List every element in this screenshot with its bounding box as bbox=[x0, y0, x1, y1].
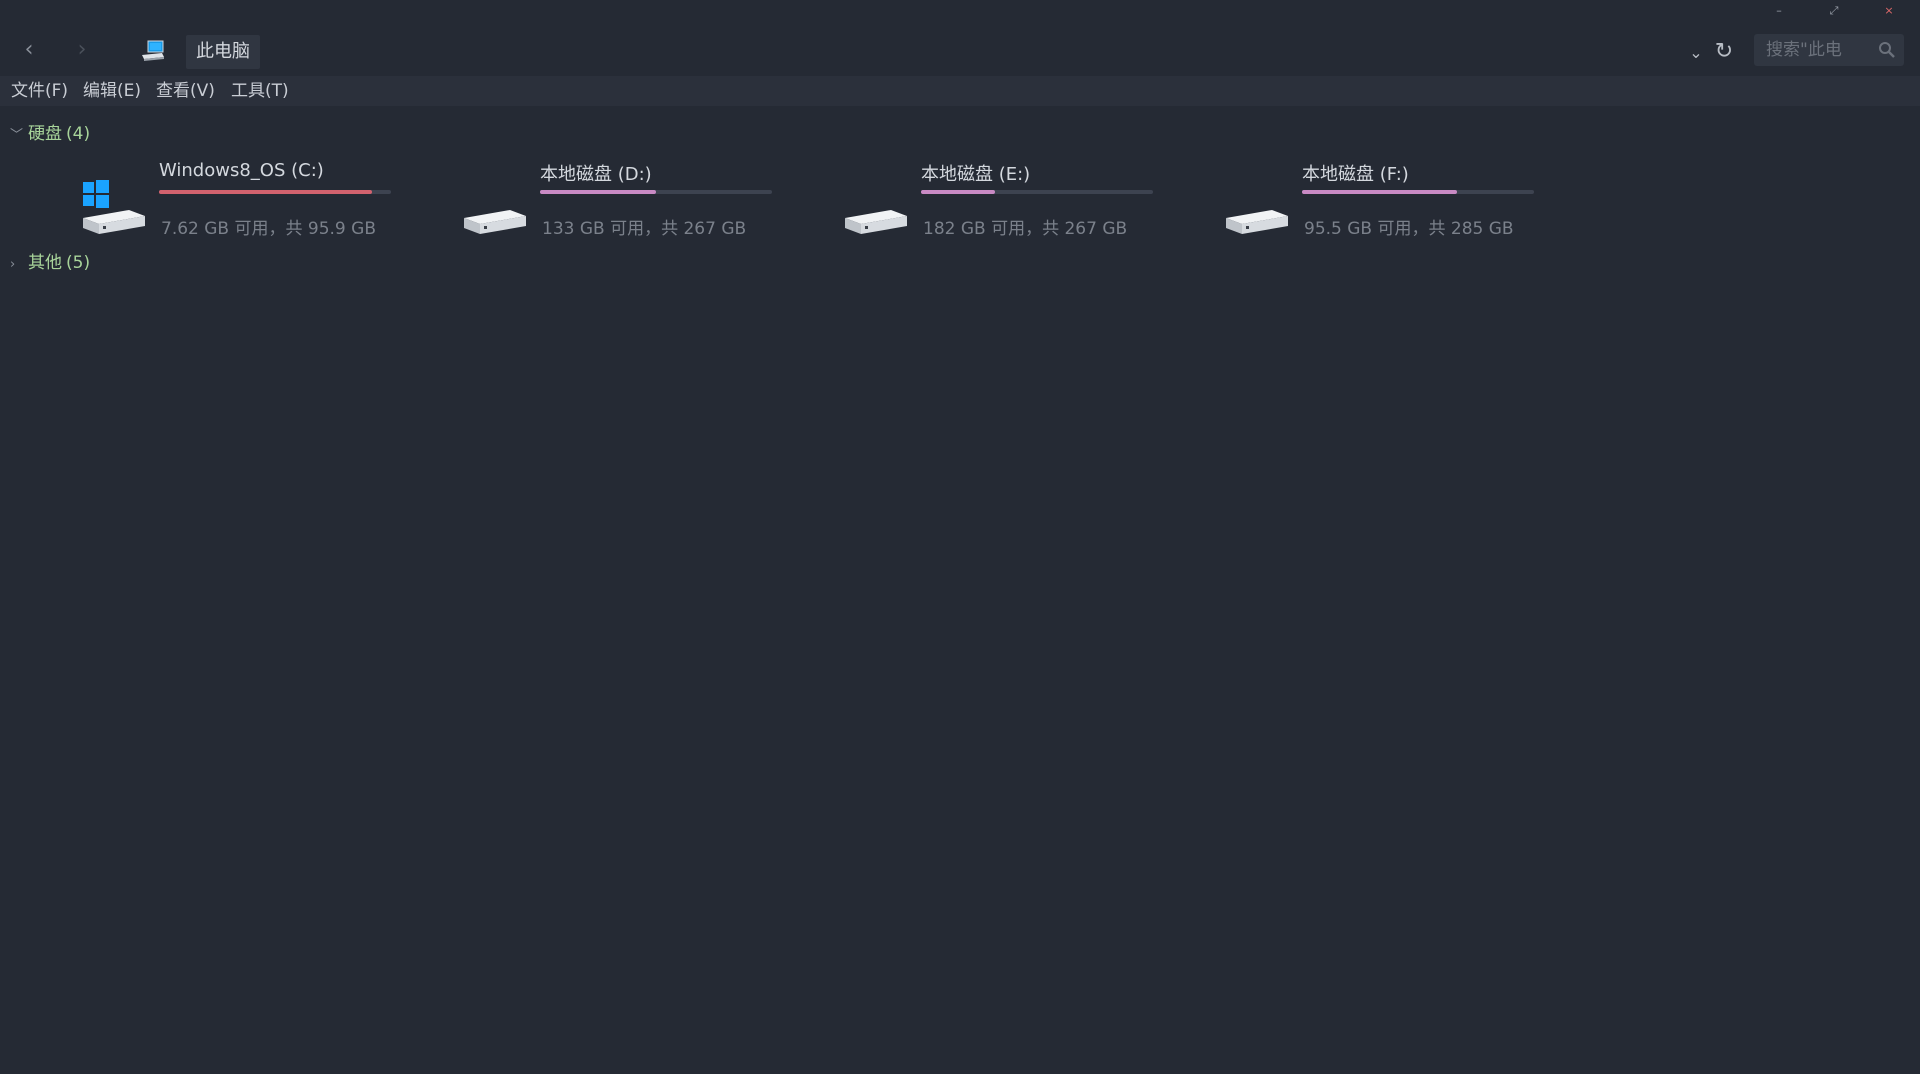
usage-bar-fill bbox=[1302, 190, 1458, 194]
drive-tile-c[interactable]: Windows8_OS (C:) 7.62 GB 可用，共 95.9 GB bbox=[81, 158, 451, 242]
usage-bar bbox=[159, 190, 391, 194]
chevron-down-icon: ﹀ bbox=[10, 128, 24, 143]
usage-bar-fill bbox=[159, 190, 373, 194]
drive-space-info: 7.62 GB 可用，共 95.9 GB bbox=[161, 219, 376, 239]
search-box[interactable]: 搜索"此电 bbox=[1754, 34, 1904, 66]
back-button[interactable]: ‹ bbox=[16, 36, 42, 64]
menu-view[interactable]: 查看(V) bbox=[154, 76, 217, 106]
windows-system-drive-icon bbox=[83, 180, 145, 234]
close-button[interactable]: × bbox=[1874, 2, 1904, 20]
drive-space-info: 182 GB 可用，共 267 GB bbox=[923, 219, 1128, 239]
usage-bar bbox=[540, 190, 772, 194]
menu-bar: 文件(F) 编辑(E) 查看(V) 工具(T) bbox=[0, 76, 1920, 106]
drive-space-info: 133 GB 可用，共 267 GB bbox=[542, 219, 747, 239]
refresh-icon[interactable]: ↻ bbox=[1712, 38, 1736, 66]
usage-bar-fill bbox=[540, 190, 656, 194]
group-header-other[interactable]: › 其他 (5) bbox=[10, 251, 90, 275]
title-bar: – ⤢ × ‹ › 此电脑 ⌄ ↻ 搜索"此电 bbox=[0, 0, 1920, 75]
drive-tile-d[interactable]: 本地磁盘 (D:) 133 GB 可用，共 267 GB bbox=[462, 158, 832, 242]
drive-name: 本地磁盘 (E:) bbox=[921, 164, 1031, 185]
file-explorer-window: – ⤢ × ‹ › 此电脑 ⌄ ↻ 搜索"此电 文件(F) 编辑(E) 查看(V… bbox=[0, 0, 1920, 1074]
chevron-right-icon: › bbox=[10, 257, 16, 272]
hard-drive-icon bbox=[845, 210, 907, 234]
drive-name: 本地磁盘 (D:) bbox=[540, 164, 652, 185]
group-label: 其他 bbox=[28, 253, 62, 273]
minimize-button[interactable]: – bbox=[1764, 2, 1794, 20]
group-count: (4) bbox=[66, 124, 91, 144]
breadcrumb-this-pc[interactable]: 此电脑 bbox=[186, 35, 260, 69]
hard-drive-icon bbox=[1226, 210, 1288, 234]
group-count: (5) bbox=[66, 253, 91, 273]
usage-bar bbox=[921, 190, 1153, 194]
usage-bar-fill bbox=[921, 190, 996, 194]
drive-tile-f[interactable]: 本地磁盘 (F:) 95.5 GB 可用，共 285 GB bbox=[1224, 158, 1594, 242]
drive-name: 本地磁盘 (F:) bbox=[1302, 164, 1409, 185]
group-header-hard-disks[interactable]: ﹀ 硬盘 (4) bbox=[10, 122, 90, 146]
menu-file[interactable]: 文件(F) bbox=[9, 76, 70, 106]
menu-edit[interactable]: 编辑(E) bbox=[81, 76, 143, 106]
restore-button[interactable]: ⤢ bbox=[1819, 2, 1849, 20]
drive-name: Windows8_OS (C:) bbox=[159, 160, 324, 181]
drive-tile-e[interactable]: 本地磁盘 (E:) 182 GB 可用，共 267 GB bbox=[843, 158, 1213, 242]
drive-space-info: 95.5 GB 可用，共 285 GB bbox=[1304, 219, 1514, 239]
group-label: 硬盘 bbox=[28, 124, 62, 144]
hard-drive-icon bbox=[464, 210, 526, 234]
menu-tools[interactable]: 工具(T) bbox=[229, 76, 291, 106]
this-pc-icon bbox=[142, 40, 164, 61]
chevron-down-icon[interactable]: ⌄ bbox=[1686, 40, 1706, 66]
forward-button[interactable]: › bbox=[69, 36, 95, 64]
usage-bar bbox=[1302, 190, 1534, 194]
search-input[interactable]: 搜索"此电 bbox=[1766, 34, 1871, 66]
search-icon[interactable] bbox=[1878, 41, 1896, 59]
